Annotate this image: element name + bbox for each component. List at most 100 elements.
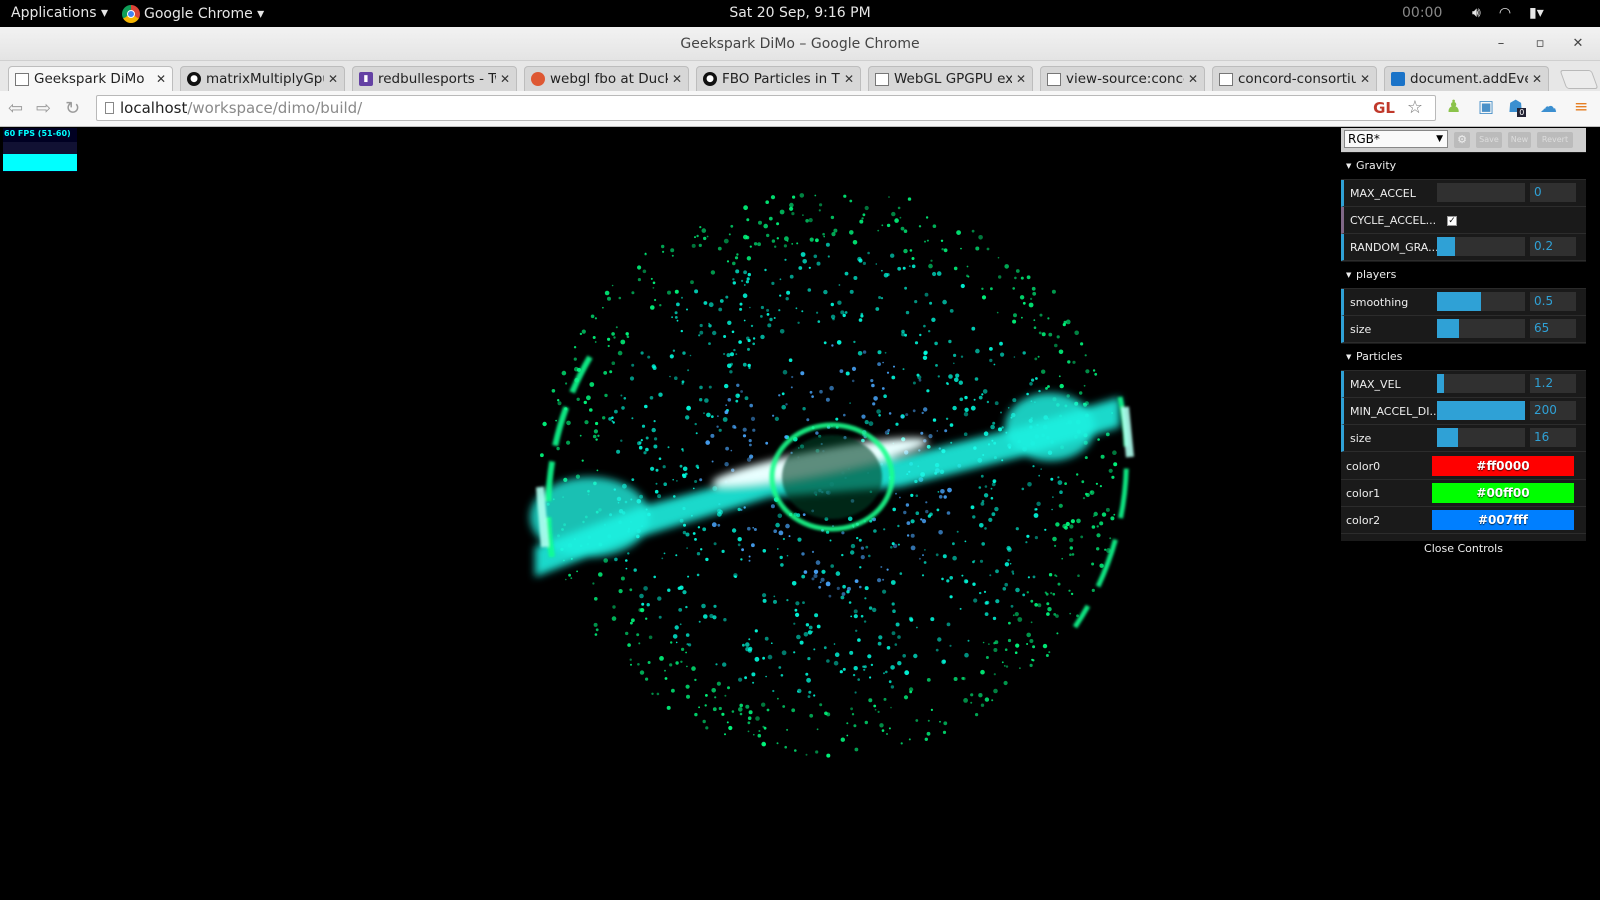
- particle: [686, 694, 690, 699]
- particle: [808, 266, 811, 269]
- close-tab-icon[interactable]: ✕: [500, 72, 510, 86]
- address-bar[interactable]: localhost/workspace/dimo/build/ GL ☆: [96, 95, 1436, 121]
- particle: [897, 206, 901, 210]
- close-tab-icon[interactable]: ✕: [672, 72, 682, 86]
- close-tab-icon[interactable]: ✕: [1016, 72, 1026, 86]
- particle: [878, 296, 882, 299]
- particle-size-slider[interactable]: [1437, 428, 1525, 447]
- max-vel-input[interactable]: 1.2: [1530, 374, 1576, 393]
- maximize-button[interactable]: ▫: [1532, 36, 1548, 51]
- volume-icon[interactable]: 🔊︎: [1472, 5, 1481, 21]
- particle: [963, 698, 968, 703]
- close-tab-icon[interactable]: ✕: [1188, 72, 1198, 86]
- particle: [630, 663, 632, 666]
- cloud-icon[interactable]: ☁: [1540, 97, 1557, 117]
- particle: [711, 522, 717, 528]
- close-tab-icon[interactable]: ✕: [844, 72, 854, 86]
- gear-icon[interactable]: ⚙: [1454, 132, 1470, 148]
- max-accel-slider[interactable]: [1437, 183, 1525, 202]
- extension-badge-icon[interactable]: ☗0: [1508, 97, 1532, 117]
- color1-swatch[interactable]: #00ff00: [1432, 483, 1574, 503]
- close-tab-icon[interactable]: ✕: [1360, 72, 1370, 86]
- close-window-button[interactable]: ✕: [1570, 36, 1586, 51]
- random-gra-input[interactable]: 0.2: [1530, 237, 1576, 256]
- tab-view-source[interactable]: view-source:conco ✕: [1040, 66, 1205, 91]
- smoothing-slider[interactable]: [1437, 292, 1525, 311]
- wifi-icon[interactable]: ◠: [1499, 5, 1511, 21]
- back-icon[interactable]: ⇦: [8, 98, 23, 119]
- webgl-inspector-extension[interactable]: GL: [1373, 99, 1395, 117]
- tab-concord-consortium[interactable]: concord-consortiun ✕: [1212, 66, 1377, 91]
- min-accel-input[interactable]: 200: [1530, 401, 1576, 420]
- particle: [801, 310, 804, 313]
- particle: [992, 421, 996, 425]
- clock[interactable]: Sat 20 Sep, 9:16 PM: [0, 5, 1600, 21]
- close-controls-button[interactable]: Close Controls: [1341, 541, 1586, 559]
- reload-icon[interactable]: ↻: [65, 98, 80, 119]
- particle: [860, 314, 864, 318]
- close-tab-icon[interactable]: ✕: [156, 72, 166, 86]
- particle: [921, 411, 924, 415]
- bookmark-star-icon[interactable]: ☆: [1407, 97, 1423, 118]
- new-button[interactable]: New: [1508, 132, 1531, 148]
- fps-meter[interactable]: 60 FPS (51-60): [3, 128, 77, 172]
- min-accel-slider[interactable]: [1437, 401, 1525, 420]
- menu-icon[interactable]: ≡: [1574, 97, 1588, 117]
- tab-geekspark-dimo[interactable]: Geekspark DiMo ✕: [8, 66, 173, 91]
- particle: [1054, 343, 1058, 348]
- particle: [798, 266, 803, 270]
- android-icon[interactable]: ♟: [1446, 97, 1461, 117]
- cycle-accel-checkbox[interactable]: ✓: [1447, 216, 1457, 226]
- close-tab-icon[interactable]: ✕: [328, 72, 338, 86]
- window-icon[interactable]: ▣: [1478, 97, 1494, 117]
- player-size-slider[interactable]: [1437, 319, 1525, 338]
- particle: [956, 530, 959, 533]
- particle: [831, 232, 836, 237]
- particle: [685, 684, 690, 689]
- particle: [876, 409, 881, 414]
- particle: [1051, 508, 1053, 511]
- particle: [573, 346, 577, 349]
- tab-document-addevent[interactable]: document.addEven ✕: [1384, 66, 1549, 91]
- random-gra-slider[interactable]: [1437, 237, 1525, 256]
- minimize-button[interactable]: –: [1493, 36, 1509, 51]
- tab-fbo-particles[interactable]: ● FBO Particles in Th ✕: [696, 66, 861, 91]
- particle: [800, 371, 805, 376]
- particle: [740, 390, 743, 393]
- folder-players[interactable]: ▼ players: [1341, 262, 1586, 289]
- tab-webgl-fbo-search[interactable]: webgl fbo at Duckl ✕: [524, 66, 689, 91]
- smoothing-input[interactable]: 0.5: [1530, 292, 1576, 311]
- revert-button[interactable]: Revert: [1537, 132, 1573, 148]
- page-info-icon[interactable]: [105, 102, 114, 114]
- forward-icon[interactable]: ⇨: [36, 98, 51, 119]
- color0-swatch[interactable]: #ff0000: [1432, 456, 1574, 476]
- particle: [777, 697, 779, 700]
- particle: [647, 661, 651, 664]
- system-tray[interactable]: 🔊︎ ◠ ▮▾: [1472, 5, 1544, 21]
- particle: [990, 487, 993, 490]
- url-text[interactable]: localhost/workspace/dimo/build/: [120, 99, 362, 117]
- player-size-input[interactable]: 65: [1530, 319, 1576, 338]
- tab-matrix-multiply[interactable]: ● matrixMultiplyGpu. ✕: [180, 66, 345, 91]
- save-button[interactable]: Save: [1476, 132, 1502, 148]
- tab-webgl-gpgpu[interactable]: WebGL GPGPU exp ✕: [868, 66, 1033, 91]
- battery-icon[interactable]: ▮▾: [1529, 5, 1544, 21]
- particle: [1032, 659, 1035, 662]
- webgl-viewport[interactable]: 60 FPS (51-60) RGB* ▼ ⚙ Save New Revert …: [0, 127, 1600, 900]
- particle: [890, 685, 895, 689]
- max-vel-slider[interactable]: [1437, 374, 1525, 393]
- particle: [611, 332, 615, 336]
- folder-particles[interactable]: ▼ Particles: [1341, 344, 1586, 371]
- tab-redbullesports[interactable]: ▮ redbullesports - Tw ✕: [352, 66, 517, 91]
- color2-swatch[interactable]: #007fff: [1432, 510, 1574, 530]
- particle-size-input[interactable]: 16: [1530, 428, 1576, 447]
- folder-gravity[interactable]: ▼ Gravity: [1341, 153, 1586, 180]
- preset-select[interactable]: RGB* ▼: [1344, 130, 1448, 148]
- max-accel-input[interactable]: 0: [1530, 183, 1576, 202]
- control-max-accel: MAX_ACCEL 0: [1341, 180, 1586, 207]
- particle: [633, 568, 637, 572]
- particle: [782, 537, 786, 541]
- new-tab-button[interactable]: [1559, 70, 1599, 89]
- particle: [853, 666, 858, 671]
- close-tab-icon[interactable]: ✕: [1532, 72, 1542, 86]
